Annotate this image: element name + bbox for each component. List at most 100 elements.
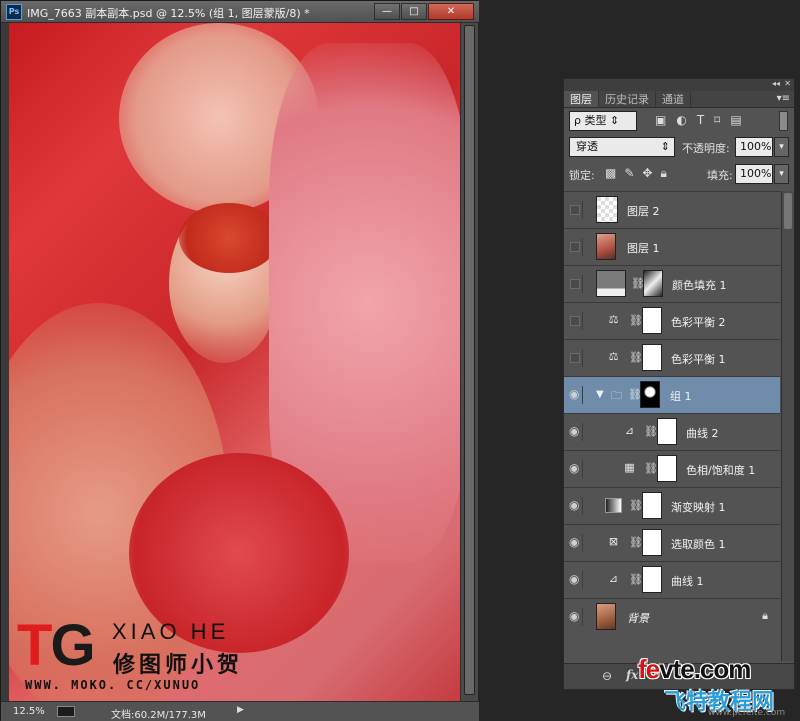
layer-mask-thumbnail[interactable] <box>642 566 662 593</box>
visibility-toggle[interactable]: ◉ <box>567 608 583 626</box>
hue-saturation-icon: ▦ <box>624 461 635 474</box>
shape-filter-icon[interactable]: ⌑ <box>714 113 720 127</box>
fill-label: 填充: <box>707 169 733 182</box>
layer-filter-select[interactable]: ρ 类型 ⇕ <box>569 111 637 131</box>
blend-mode-select[interactable]: 穿透 ⇕ <box>569 137 675 157</box>
tab-history[interactable]: 历史记录 <box>599 91 656 107</box>
tab-channels[interactable]: 通道 <box>656 91 691 107</box>
layer-row[interactable]: ◉ ▦ ⛓︎ 色相/饱和度 1 <box>564 450 780 487</box>
smart-object-filter-icon[interactable]: ▤ <box>730 113 741 127</box>
close-button[interactable]: ✕ <box>428 3 474 20</box>
opacity-dropdown-icon[interactable]: ▾ <box>774 137 789 157</box>
watermark-url: WWW. MOKO. CC/XUNUO <box>25 678 201 692</box>
visibility-toggle[interactable]: ◉ <box>567 423 583 441</box>
layer-row[interactable]: 图层 2 <box>564 191 780 228</box>
fill-input[interactable]: 100% <box>735 164 773 184</box>
scrollbar-thumb[interactable] <box>464 25 475 695</box>
link-chain-icon[interactable]: ⛓︎ <box>629 499 643 512</box>
fill-dropdown-icon[interactable]: ▾ <box>774 164 789 184</box>
layers-scrollbar[interactable] <box>781 191 794 661</box>
layer-thumbnail <box>596 196 618 223</box>
layer-mask-thumbnail[interactable] <box>642 492 662 519</box>
link-chain-icon[interactable]: ⛓︎ <box>644 425 658 438</box>
adjustment-filter-icon[interactable]: ◐ <box>676 113 686 127</box>
visibility-toggle[interactable]: ◉ <box>567 460 583 478</box>
link-chain-icon[interactable]: ⛓︎ <box>629 536 643 549</box>
lock-icons: ▩ ✎ ✥ 🔒︎ <box>605 166 667 181</box>
collapse-icon[interactable]: ◂◂ <box>772 79 780 88</box>
layer-row[interactable]: 图层 1 <box>564 228 780 265</box>
layer-thumbnail <box>596 603 616 630</box>
lock-all-icon[interactable]: 🔒︎ <box>660 166 666 181</box>
layer-name: 色彩平衡 2 <box>671 316 726 329</box>
layer-mask-thumbnail[interactable] <box>642 344 662 371</box>
lock-move-icon[interactable]: ✥ <box>642 166 652 181</box>
layer-name: 曲线 1 <box>671 575 704 588</box>
visibility-toggle[interactable]: ◉ <box>567 386 583 404</box>
layer-row-background[interactable]: ◉ 背景 🔒︎ <box>564 598 780 635</box>
lock-paint-icon[interactable]: ✎ <box>624 166 634 181</box>
lock-label: 锁定: <box>569 169 595 182</box>
panel-header[interactable]: ◂◂ ✕ <box>564 79 794 91</box>
layer-mask-thumbnail[interactable] <box>643 270 663 297</box>
layer-thumbnail <box>596 233 616 260</box>
visibility-toggle[interactable]: ◉ <box>567 571 583 589</box>
layer-row-selected[interactable]: ◉ ▼ 🗀 ⛓︎ 组 1 <box>564 376 780 413</box>
visibility-toggle[interactable] <box>567 312 583 330</box>
layer-mask-thumbnail[interactable] <box>640 381 660 408</box>
visibility-toggle[interactable] <box>567 349 583 367</box>
link-chain-icon[interactable]: ⛓︎ <box>644 462 658 475</box>
minimize-button[interactable]: — <box>374 3 400 20</box>
layers-panel: ◂◂ ✕ 图层 历史记录 通道 ▾≡ ρ 类型 ⇕ ▣ ◐ T ⌑ ▤ 穿透 ⇕ … <box>563 78 795 690</box>
type-filter-icon[interactable]: T <box>697 113 704 127</box>
canvas-blur-shape <box>179 203 279 273</box>
site-watermark-url: www.pcfeite.com <box>708 708 786 718</box>
status-menu-arrow-icon[interactable]: ▶ <box>237 705 249 717</box>
visibility-toggle[interactable] <box>567 238 583 256</box>
layer-row[interactable]: ⚖ ⛓︎ 色彩平衡 1 <box>564 339 780 376</box>
layer-row[interactable]: ◉ ⊿ ⛓︎ 曲线 1 <box>564 561 780 598</box>
expand-triangle-icon[interactable]: ▼ <box>596 389 604 400</box>
document-titlebar[interactable]: Ps IMG_7663 副本副本.psd @ 12.5% (组 1, 图层蒙版/… <box>1 1 479 23</box>
layer-name: 颜色填充 1 <box>672 279 727 292</box>
layer-row[interactable]: ◉ ⛓︎ 渐变映射 1 <box>564 487 780 524</box>
opacity-input[interactable]: 100% <box>735 137 773 157</box>
image-filter-icon[interactable]: ▣ <box>655 113 666 127</box>
link-chain-icon[interactable]: ⛓︎ <box>629 314 643 327</box>
tab-layers[interactable]: 图层 <box>564 91 599 107</box>
visibility-toggle[interactable] <box>567 201 583 219</box>
panel-tabs: 图层 历史记录 通道 ▾≡ <box>564 91 794 108</box>
eye-icon: ◉ <box>569 387 580 401</box>
filter-row: ρ 类型 ⇕ ▣ ◐ T ⌑ ▤ <box>567 111 791 133</box>
visibility-toggle[interactable]: ◉ <box>567 497 583 515</box>
zoom-level[interactable]: 12.5% <box>13 706 45 717</box>
eye-icon: ◉ <box>569 498 580 512</box>
layer-mask-thumbnail[interactable] <box>657 455 677 482</box>
layer-row[interactable]: ⚖ ⛓︎ 色彩平衡 2 <box>564 302 780 339</box>
link-layers-icon[interactable]: ⊖ <box>602 669 612 683</box>
visibility-toggle[interactable]: ◉ <box>567 534 583 552</box>
status-info-icon[interactable] <box>57 706 75 717</box>
eye-icon: ◉ <box>569 609 580 623</box>
panel-close-icon[interactable]: ✕ <box>784 79 791 88</box>
panel-menu-icon[interactable]: ▾≡ <box>777 93 790 104</box>
layer-mask-thumbnail[interactable] <box>642 529 662 556</box>
layer-mask-thumbnail[interactable] <box>642 307 662 334</box>
blend-row: 穿透 ⇕ 不透明度: 100% ▾ <box>567 137 791 159</box>
visibility-toggle[interactable] <box>567 275 583 293</box>
layer-mask-thumbnail[interactable] <box>657 418 677 445</box>
scrollbar-thumb[interactable] <box>784 193 792 229</box>
link-chain-icon[interactable]: ⛓︎ <box>629 351 643 364</box>
photoshop-logo-icon: Ps <box>6 4 22 20</box>
filter-toggle[interactable] <box>779 111 788 131</box>
layer-row[interactable]: ⛓︎ 颜色填充 1 <box>564 265 780 302</box>
layer-name: 曲线 2 <box>686 427 719 440</box>
maximize-button[interactable]: □ <box>401 3 427 20</box>
canvas-scrollbar[interactable] <box>460 23 478 701</box>
layer-row[interactable]: ◉ ⊠ ⛓︎ 选取颜色 1 <box>564 524 780 561</box>
layer-row[interactable]: ◉ ⊿ ⛓︎ 曲线 2 <box>564 413 780 450</box>
fx-icon[interactable]: fx <box>626 668 638 682</box>
image-canvas[interactable]: TG XIAO HE 修图师小贺 WWW. MOKO. CC/XUNUO <box>9 23 460 701</box>
link-chain-icon[interactable]: ⛓︎ <box>629 573 643 586</box>
lock-transparent-icon[interactable]: ▩ <box>605 166 616 181</box>
